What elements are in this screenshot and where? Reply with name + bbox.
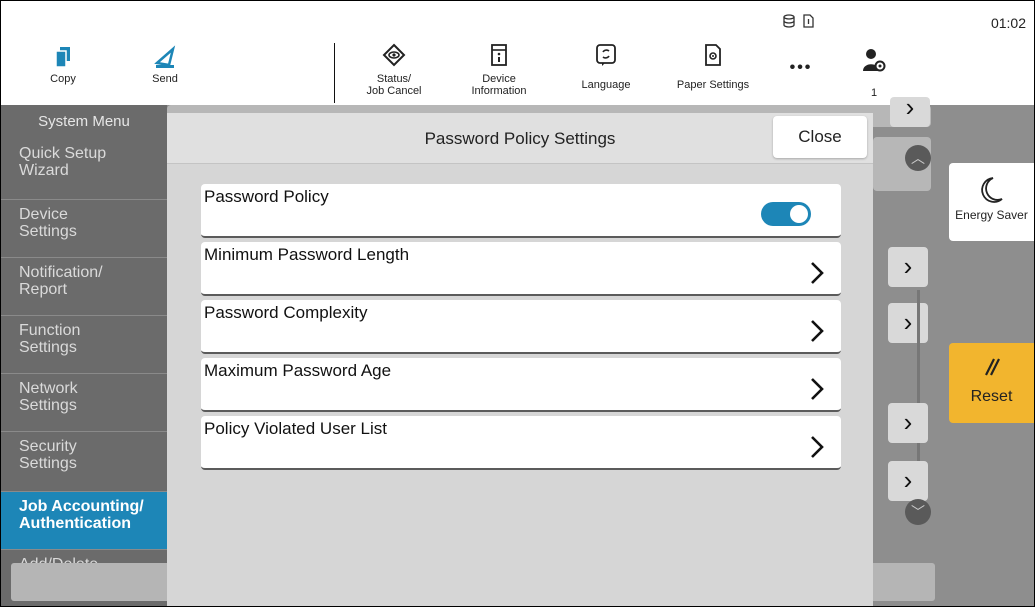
eye-diamond-icon xyxy=(382,43,406,67)
memory-card-icon xyxy=(803,14,814,28)
status-job-cancel-button[interactable]: Status/ Job Cancel xyxy=(359,43,429,97)
paper-settings-button[interactable]: Paper Settings xyxy=(667,43,759,91)
device-info-line1: Device xyxy=(482,73,516,85)
password-complexity-row[interactable]: Password Complexity xyxy=(201,300,841,354)
sidebar-item-label: Authentication xyxy=(19,515,131,532)
energy-saver-label: Energy Saver xyxy=(955,208,1028,222)
row-label: Policy Violated User List xyxy=(204,419,387,438)
sidebar-item-label: Job Accounting/ xyxy=(19,498,144,515)
reset-slash-icon xyxy=(984,358,1000,376)
energy-saver-button[interactable]: Energy Saver xyxy=(949,163,1034,241)
sidebar-item-label: Wizard xyxy=(19,162,69,179)
row-label: Minimum Password Length xyxy=(204,245,410,264)
send-label: Send xyxy=(152,73,178,85)
sidebar-item-label: Settings xyxy=(19,397,77,414)
bg-chevron-icon: › xyxy=(888,461,928,501)
policy-violated-user-list-row[interactable]: Policy Violated User List xyxy=(201,416,841,470)
row-label: Maximum Password Age xyxy=(204,361,392,380)
clock: 01:02 xyxy=(990,15,1026,31)
chevron-right-icon xyxy=(811,320,824,342)
chevron-right-icon xyxy=(811,378,824,400)
bg-chevron-icon: › xyxy=(888,403,928,443)
sidebar-item-notification-report[interactable]: Notification/ Report xyxy=(1,257,167,315)
sidebar-item-label: Quick Setup xyxy=(19,145,107,162)
user-count: 1 xyxy=(871,87,878,99)
sidebar-item-label: Security xyxy=(19,438,77,455)
sidebar-item-network-settings[interactable]: Network Settings xyxy=(1,373,167,431)
sidebar-item-label: Network xyxy=(19,380,78,397)
close-button[interactable]: Close xyxy=(773,116,867,158)
more-dots-icon: ••• xyxy=(789,59,813,76)
status-label-line2: Job Cancel xyxy=(366,85,422,97)
copy-icon xyxy=(55,47,70,68)
sidebar-item-job-accounting[interactable]: Job Accounting/ Authentication xyxy=(1,491,167,549)
chevron-right-icon xyxy=(811,262,824,284)
chevron-right-icon xyxy=(811,436,824,458)
copy-button[interactable]: Copy xyxy=(41,45,85,85)
user-login-button[interactable] xyxy=(859,47,889,73)
device-info-line2: Information xyxy=(471,85,527,97)
user-gear-icon xyxy=(863,49,886,72)
sidebar-item-label: Settings xyxy=(19,455,77,472)
system-menu-sidebar: System Menu Quick Setup Wizard Device Se… xyxy=(1,105,167,606)
sidebar-item-function-settings[interactable]: Function Settings xyxy=(1,315,167,373)
top-bar: Copy Send Status/ Job Cancel Device Info… xyxy=(1,1,1034,105)
bg-chevron-icon: › xyxy=(890,94,930,127)
language-button[interactable]: Language xyxy=(571,43,641,91)
sidebar-item-label: Settings xyxy=(19,339,77,356)
toolbar-divider xyxy=(334,43,335,103)
maximum-password-age-row[interactable]: Maximum Password Age xyxy=(201,358,841,412)
sidebar-item-label: Notification/ xyxy=(19,264,103,281)
sidebar-item-label: Report xyxy=(19,281,68,298)
row-label: Password Complexity xyxy=(204,303,368,322)
copy-label: Copy xyxy=(50,73,76,85)
scroll-down-icon[interactable]: ﹀ xyxy=(905,499,931,525)
language-icon xyxy=(596,44,616,66)
dialog-title: Password Policy Settings xyxy=(424,129,616,148)
bg-chevron-icon: › xyxy=(888,247,928,287)
bg-chevron-icon: › xyxy=(888,303,928,343)
reset-button[interactable]: Reset xyxy=(949,343,1034,423)
toggle-knob xyxy=(790,205,808,223)
send-icon xyxy=(154,45,176,68)
sidebar-item-device-settings[interactable]: Device Settings xyxy=(1,199,167,257)
password-policy-toggle[interactable] xyxy=(761,202,811,226)
paper-settings-label: Paper Settings xyxy=(676,79,750,91)
send-button[interactable]: Send xyxy=(143,45,187,85)
scroll-up-icon[interactable]: ︿ xyxy=(905,145,931,171)
sidebar-item-label: Function xyxy=(19,322,81,339)
sidebar-item-label: Device xyxy=(19,206,68,223)
sidebar-item-security-settings[interactable]: Security Settings xyxy=(1,431,167,489)
language-label: Language xyxy=(581,79,631,91)
more-button[interactable]: ••• xyxy=(779,59,823,77)
storage-icon xyxy=(783,14,795,28)
password-policy-dialog: Password Policy Settings Close Password … xyxy=(167,113,873,606)
screen: Copy Send Status/ Job Cancel Device Info… xyxy=(0,0,1035,607)
sidebar-item-label: Settings xyxy=(19,223,77,240)
paper-settings-icon xyxy=(705,44,721,66)
reset-label: Reset xyxy=(970,388,1013,405)
dialog-header: Password Policy Settings Close xyxy=(167,113,873,164)
status-label-line1: Status/ xyxy=(376,73,412,85)
moon-icon xyxy=(980,177,1003,203)
device-information-button[interactable]: Device Information xyxy=(459,43,539,97)
minimum-password-length-row[interactable]: Minimum Password Length xyxy=(201,242,841,296)
sidebar-title: System Menu xyxy=(38,113,130,130)
device-info-icon xyxy=(491,44,507,66)
status-icons xyxy=(782,12,814,28)
password-policy-row[interactable]: Password Policy xyxy=(201,184,841,238)
row-label: Password Policy xyxy=(204,187,329,206)
sidebar-item-quick-setup[interactable]: Quick Setup Wizard xyxy=(1,141,167,199)
